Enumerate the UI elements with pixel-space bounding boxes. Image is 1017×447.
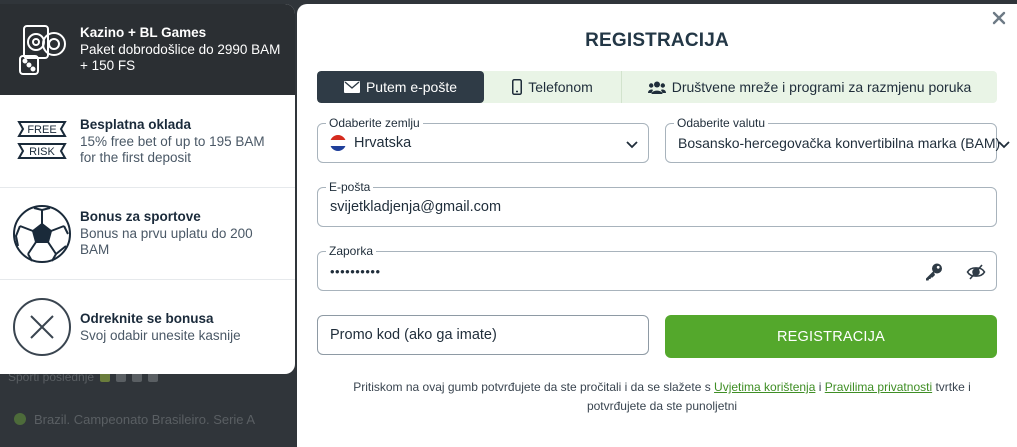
free-risk-icon-text: FREE bbox=[27, 124, 56, 136]
chevron-down-icon bbox=[626, 141, 638, 149]
tab-social[interactable]: Društvene mreže i programi za razmjenu p… bbox=[622, 71, 997, 103]
currency-value: Bosansko-hercegovačka konvertibilna mark… bbox=[678, 135, 1001, 151]
bonus-option-decline[interactable]: Odreknite se bonusa Svoj odabir unesite … bbox=[0, 280, 295, 374]
tab-phone[interactable]: Telefonom bbox=[484, 71, 622, 103]
promo-code-field[interactable]: Promo kod (ako ga imate) bbox=[317, 315, 649, 355]
password-value: •••••••••• bbox=[330, 263, 381, 279]
close-circle-icon bbox=[12, 297, 72, 357]
bonus-title: Bonus za sportove bbox=[80, 209, 201, 224]
phone-icon bbox=[512, 79, 523, 95]
background-flag-icon bbox=[14, 413, 26, 425]
bonus-description: 15% free bet of up to 195 BAM for the fi… bbox=[80, 133, 265, 165]
register-button[interactable]: REGISTRACIJA bbox=[665, 315, 997, 358]
tab-label: Telefonom bbox=[528, 79, 593, 95]
modal-title: REGISTRACIJA bbox=[585, 30, 729, 51]
users-icon bbox=[647, 81, 666, 94]
bonus-option-free-bet[interactable]: FREE RISK Besplatna oklada 15% free bet … bbox=[0, 95, 295, 188]
password-field[interactable]: Zaporka •••••••••• bbox=[317, 244, 997, 291]
croatia-flag-icon bbox=[330, 135, 346, 151]
key-icon[interactable] bbox=[924, 262, 944, 282]
bonus-title: Odreknite se bonusa bbox=[80, 310, 214, 326]
currency-select[interactable]: Odaberite valutu Bosansko-hercegovačka k… bbox=[665, 116, 1010, 163]
bonus-description: Bonus na prvu uplatu do 200 BAM bbox=[80, 226, 253, 257]
casino-chips-dice-icon bbox=[12, 20, 72, 80]
bonus-description: Svoj odabir unesite kasnije bbox=[80, 327, 241, 343]
free-risk-icon-text: RISK bbox=[29, 146, 55, 158]
envelope-icon bbox=[343, 81, 360, 93]
tab-label: Društvene mreže i programi za razmjenu p… bbox=[671, 79, 972, 95]
bonus-title: Besplatna oklada bbox=[80, 116, 192, 132]
bonus-option-sport[interactable]: Bonus za sportove Bonus na prvu uplatu d… bbox=[0, 188, 295, 280]
eye-slash-icon[interactable] bbox=[966, 262, 986, 282]
terms-text: i bbox=[815, 380, 825, 394]
chevron-down-icon bbox=[998, 141, 1010, 149]
soccer-ball-icon bbox=[12, 204, 72, 264]
registration-method-tabs: Putem e-pošte Telefonom Društvene mreže … bbox=[317, 71, 997, 103]
terms-notice: Pritiskom na ovaj gumb potvrđujete da st… bbox=[327, 378, 997, 416]
bonus-option-casino[interactable]: Kazino + BL Games Paket dobrodošlice do … bbox=[0, 4, 295, 95]
country-select[interactable]: Odaberite zemlju Hrvatska bbox=[317, 116, 649, 163]
promo-placeholder: Promo kod (ako ga imate) bbox=[330, 327, 497, 343]
terms-text: Pritiskom na ovaj gumb potvrđujete da st… bbox=[353, 380, 715, 394]
free-risk-icon: FREE RISK bbox=[12, 111, 72, 171]
background-row: Brazil. Campeonato Brasileiro. Serie A bbox=[0, 402, 300, 436]
tab-email[interactable]: Putem e-pošte bbox=[317, 71, 484, 103]
privacy-policy-link[interactable]: Pravilima privatnosti bbox=[825, 380, 932, 394]
close-icon bbox=[992, 11, 1006, 25]
background-row-text: Brazil. Campeonato Brasileiro. Serie A bbox=[34, 411, 256, 427]
bonus-title: Kazino + BL Games bbox=[80, 25, 207, 40]
bonus-description: Paket dobrodošlice do 2990 BAM + 150 FS bbox=[80, 42, 281, 73]
close-button[interactable] bbox=[987, 6, 1011, 30]
terms-of-use-link[interactable]: Uvjetima korištenja bbox=[714, 380, 815, 394]
email-field[interactable]: E-pošta svijetkladjenja@gmail.com bbox=[317, 180, 997, 227]
registration-modal: REGISTRACIJA Putem e-pošte Telefonom Dru… bbox=[297, 4, 1017, 447]
bonus-panel: Kazino + BL Games Paket dobrodošlice do … bbox=[0, 4, 295, 374]
country-value: Hrvatska bbox=[354, 135, 412, 151]
email-value: svijetkladjenja@gmail.com bbox=[330, 199, 502, 215]
tab-label: Putem e-pošte bbox=[365, 79, 458, 95]
